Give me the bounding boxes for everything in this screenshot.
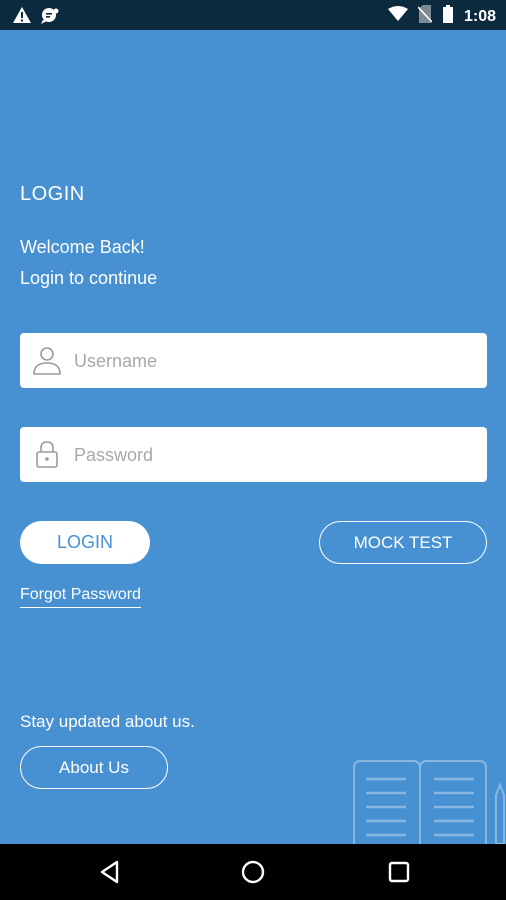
login-screen: LOGIN Welcome Back! Login to continue LO… bbox=[0, 30, 506, 852]
user-icon bbox=[32, 345, 62, 375]
home-icon[interactable] bbox=[239, 858, 267, 886]
recents-icon[interactable] bbox=[385, 858, 413, 886]
status-bar: 1:08 bbox=[0, 0, 506, 30]
navigation-bar bbox=[0, 844, 506, 900]
forgot-password-link[interactable]: Forgot Password bbox=[20, 586, 141, 608]
clock: 1:08 bbox=[463, 7, 496, 25]
wifi-icon bbox=[387, 6, 408, 27]
subtitle-text: Login to continue bbox=[20, 268, 158, 288]
username-field[interactable] bbox=[20, 333, 487, 390]
mock-test-button[interactable]: MOCK TEST bbox=[319, 521, 487, 564]
stay-updated-text: Stay updated about us. bbox=[20, 712, 195, 731]
login-button[interactable]: LOGIN bbox=[20, 521, 150, 564]
battery-icon bbox=[442, 5, 454, 28]
book-illustration bbox=[352, 755, 506, 852]
page-title: LOGIN bbox=[20, 183, 85, 205]
back-icon[interactable] bbox=[96, 858, 124, 886]
password-input[interactable] bbox=[72, 427, 476, 484]
username-input[interactable] bbox=[72, 333, 476, 390]
password-field[interactable] bbox=[20, 427, 487, 484]
notification-icon bbox=[40, 6, 60, 29]
lock-icon bbox=[32, 439, 62, 469]
welcome-text: Welcome Back! bbox=[20, 237, 145, 257]
no-sim-icon bbox=[417, 5, 433, 28]
about-us-button[interactable]: About Us bbox=[20, 746, 168, 789]
warning-icon bbox=[12, 6, 32, 29]
